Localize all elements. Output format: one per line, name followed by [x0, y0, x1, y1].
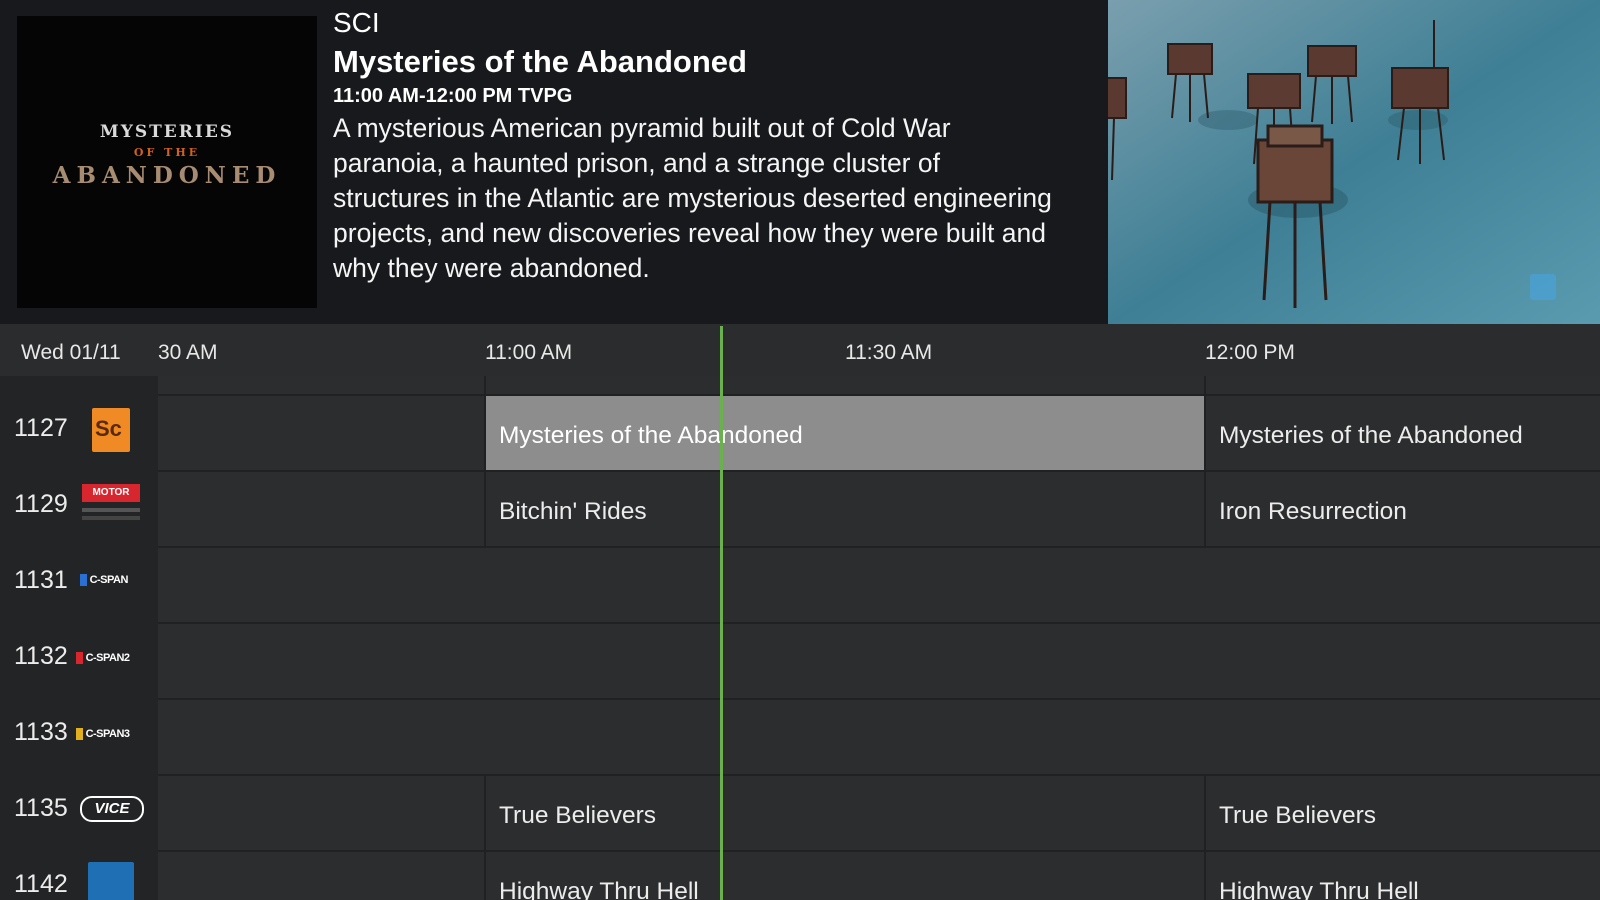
program-cell-selected[interactable]: Mysteries of the Abandoned: [484, 396, 1204, 472]
channel-row-partial[interactable]: [0, 318, 158, 394]
cspan2-logo-icon: C-SPAN2: [76, 652, 148, 668]
program-title: Mysteries of the Abandoned: [333, 44, 747, 79]
program-cell-title: Mysteries of the Abandoned: [499, 422, 803, 449]
poster-title-line-2: OF THE: [133, 146, 201, 159]
program-cell[interactable]: [158, 548, 1600, 624]
program-cell[interactable]: Iron Resurrection: [1204, 472, 1600, 548]
timeline-header: Wed 01/11 30 AM 11:00 AM 11:30 AM 12:00 …: [0, 324, 1600, 376]
program-cell-title: Highway Thru Hell: [1219, 878, 1419, 900]
program-cell-title: Iron Resurrection: [1219, 498, 1407, 525]
motortrend-logo-icon: MOTOR: [82, 484, 140, 528]
grid-row-1133: [158, 698, 1600, 774]
program-details: SCI Mysteries of the Abandoned 11:00 AM-…: [333, 6, 1053, 286]
channel-number: 1132: [14, 642, 68, 670]
cspan-logo-icon: C-SPAN: [80, 574, 144, 590]
channel-name: SCI: [333, 7, 380, 38]
program-cell[interactable]: Mysteries of the Abandoned: [1204, 396, 1600, 472]
channel-row-1135[interactable]: 1135 VICE: [0, 774, 158, 850]
motortrend-logo-text: MOTOR: [82, 484, 140, 502]
program-cell[interactable]: [158, 852, 484, 900]
current-time-indicator: [720, 326, 723, 900]
cspan2-logo-text: C-SPAN2: [85, 652, 130, 664]
science-logo-icon: Sc: [92, 408, 130, 452]
grid-row-1142: Highway Thru Hell Highway Thru Hell: [158, 850, 1600, 900]
program-cell-title: True Believers: [1219, 802, 1377, 829]
grid-row-1132: [158, 622, 1600, 698]
channel-logo-icon: [88, 862, 134, 900]
program-cell[interactable]: [484, 376, 1204, 394]
program-cell[interactable]: Highway Thru Hell: [484, 852, 1204, 900]
channel-row-1131[interactable]: 1131 C-SPAN: [0, 546, 158, 622]
channel-list: 1127 Sc 1129 MOTOR 1131 C-SPAN 1132 C-SP…: [0, 376, 158, 900]
timeslot-label: 11:30 AM: [845, 341, 933, 364]
timeslot-label: 30 AM: [158, 341, 218, 364]
cspan3-logo-icon: C-SPAN3: [76, 728, 148, 744]
program-cell-title: Highway Thru Hell: [499, 878, 699, 900]
channel-row-1142[interactable]: 1142: [0, 850, 158, 900]
timeslot-label: 12:00 PM: [1205, 341, 1295, 364]
cspan3-logo-text: C-SPAN3: [85, 728, 130, 740]
timeslot-label: 11:00 AM: [485, 341, 573, 364]
channel-number: 1135: [14, 794, 68, 822]
program-cell[interactable]: [158, 624, 1600, 700]
channel-number: 1129: [14, 490, 68, 518]
poster-title-line-1: MYSTERIES: [99, 122, 235, 142]
channel-watermark-icon: [1530, 274, 1556, 300]
grid-row-1135: True Believers True Believers: [158, 774, 1600, 852]
program-cell[interactable]: True Believers: [1204, 776, 1600, 852]
grid-row-1127: Mysteries of the Abandoned Mysteries of …: [158, 394, 1600, 472]
program-cell-title: Bitchin' Rides: [499, 498, 647, 525]
live-video-preview[interactable]: [1108, 0, 1600, 324]
program-cell-title: True Believers: [499, 802, 657, 829]
program-info-panel: MYSTERIES OF THE ABANDONED SCI Mysteries…: [0, 0, 1108, 324]
channel-number: 1127: [14, 414, 68, 442]
grid-row-1129: Bitchin' Rides Iron Resurrection: [158, 470, 1600, 548]
program-description: A mysterious American pyramid built out …: [333, 113, 1052, 283]
channel-number: 1131: [14, 566, 68, 594]
grid-row-partial: [158, 376, 1600, 394]
vice-logo-icon: VICE: [80, 796, 144, 822]
vice-logo-text: VICE: [94, 800, 130, 817]
channel-row-1133[interactable]: 1133 C-SPAN3: [0, 698, 158, 774]
program-poster: MYSTERIES OF THE ABANDONED: [17, 16, 317, 308]
program-cell[interactable]: Highway Thru Hell: [1204, 852, 1600, 900]
science-logo-text: Sc: [95, 416, 122, 441]
program-cell[interactable]: [158, 776, 484, 852]
cspan-logo-text: C-SPAN: [89, 574, 129, 586]
program-time-rating: 11:00 AM-12:00 PM TVPG: [333, 85, 573, 107]
program-cell[interactable]: True Believers: [484, 776, 1204, 852]
program-cell[interactable]: Bitchin' Rides: [484, 472, 1204, 548]
grid-row-1131: [158, 546, 1600, 622]
program-cell[interactable]: [158, 472, 484, 548]
poster-title-line-3: ABANDONED: [52, 162, 282, 189]
program-cell-title: Mysteries of the Abandoned: [1219, 422, 1523, 449]
program-cell[interactable]: [158, 700, 1600, 776]
program-cell[interactable]: [158, 396, 484, 472]
channel-row-1132[interactable]: 1132 C-SPAN2: [0, 622, 158, 698]
program-grid: Mysteries of the Abandoned Mysteries of …: [158, 376, 1600, 900]
channel-number: 1142: [14, 870, 68, 898]
channel-row-1127[interactable]: 1127 Sc: [0, 394, 158, 470]
channel-row-1129[interactable]: 1129 MOTOR: [0, 470, 158, 546]
sea-forts-image: [1108, 0, 1600, 324]
channel-number: 1133: [14, 718, 68, 746]
program-cell[interactable]: [1204, 376, 1600, 394]
